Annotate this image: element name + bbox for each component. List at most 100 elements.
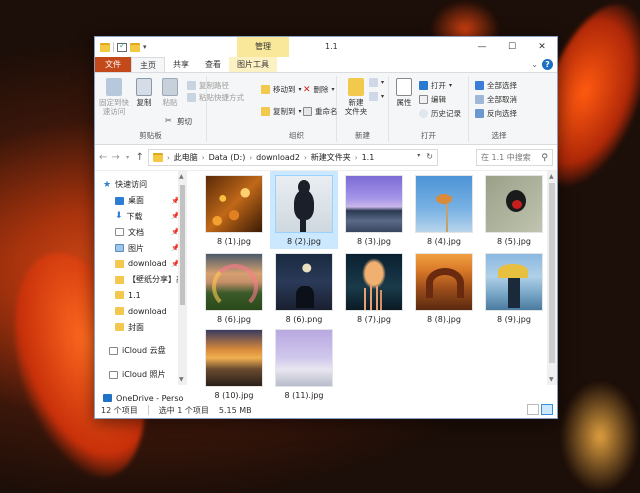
maximize-button[interactable]: ☐	[497, 37, 527, 57]
delete-label: 删除	[313, 85, 329, 94]
history-button[interactable]: 历史记录	[419, 108, 461, 119]
ribbon-right: ⌄ ?	[531, 59, 553, 70]
refresh-icon[interactable]: ↻	[426, 152, 433, 161]
scroll-down-icon[interactable]: ▼	[179, 376, 184, 383]
icloud-drive-icon	[109, 346, 118, 355]
file-tile[interactable]: 8 (10).jpg	[200, 329, 268, 400]
file-tile-selected[interactable]: 8 (2).jpg	[270, 171, 338, 249]
open-button[interactable]: 打开 ▾	[419, 80, 452, 91]
new-item-button[interactable]: ▾	[369, 78, 384, 87]
minimize-button[interactable]: —	[467, 37, 497, 57]
copy-to-button[interactable]: 复制到 ▾	[261, 106, 302, 117]
nav-label: download	[128, 306, 167, 316]
nav-item-downloads[interactable]: ⬇ 下载 📌	[95, 209, 188, 225]
pin-quick-access-button[interactable]: 固定到快 速访问	[97, 78, 131, 116]
delete-button[interactable]: ✕ 删除 ▾	[303, 84, 335, 95]
collapse-ribbon-icon[interactable]: ⌄	[531, 60, 538, 69]
file-tile[interactable]: 8 (7).jpg	[340, 253, 408, 324]
nav-label: 桌面	[128, 196, 144, 206]
content-scrollbar[interactable]: ▲ ▼	[547, 171, 557, 385]
file-tile[interactable]: 8 (4).jpg	[410, 175, 478, 246]
scroll-up-icon[interactable]: ▲	[179, 173, 184, 180]
nav-quick-access[interactable]: ★ 快速访问	[95, 177, 188, 193]
back-arrow-icon[interactable]: ←	[99, 152, 107, 163]
tab-picture-tools[interactable]: 图片工具	[229, 57, 277, 72]
nav-item-icloud-photos[interactable]: iCloud 照片	[95, 367, 188, 383]
tab-share[interactable]: 共享	[165, 57, 197, 72]
paste-shortcut-button[interactable]: 粘贴快捷方式	[187, 92, 244, 103]
help-icon[interactable]: ?	[542, 59, 553, 70]
copy-path-label: 复制路径	[199, 81, 229, 90]
recent-locations-icon[interactable]: ▾	[124, 154, 132, 161]
content-scroll-thumb[interactable]	[549, 183, 555, 363]
select-none-button[interactable]: 全部取消	[475, 94, 517, 105]
scroll-up-icon[interactable]: ▲	[549, 173, 554, 180]
title-bar[interactable]: ▾ 管理 1.1 — ☐ ✕	[95, 37, 557, 57]
nav-scroll-thumb[interactable]	[180, 185, 185, 305]
file-tile[interactable]: 8 (11).jpg	[270, 329, 338, 400]
edit-button[interactable]: 编辑	[419, 94, 446, 105]
nav-item-wallpaper-share[interactable]: 【壁纸分享】高	[95, 272, 188, 288]
nav-item-pictures[interactable]: 图片 📌	[95, 240, 188, 256]
nav-scrollbar[interactable]: ▲ ▼	[178, 171, 187, 385]
file-tile[interactable]: 8 (1).jpg	[200, 175, 268, 246]
properties-button[interactable]: 属性	[393, 78, 415, 107]
group-label-open: 打开	[421, 131, 436, 140]
desktop-icon	[115, 196, 124, 205]
tab-home[interactable]: 主页	[131, 57, 165, 72]
copy-button[interactable]: 复制	[133, 78, 155, 107]
invert-selection-button[interactable]: 反向选择	[475, 108, 517, 119]
image-thumbnail	[275, 175, 333, 233]
file-tile[interactable]: 8 (9).jpg	[480, 253, 548, 324]
nav-item-desktop[interactable]: 桌面 📌	[95, 193, 188, 209]
nav-item-icloud-drive[interactable]: iCloud 云盘	[95, 343, 188, 359]
close-button[interactable]: ✕	[527, 37, 557, 57]
image-thumbnail	[205, 175, 263, 233]
copy-path-button[interactable]: 复制路径	[187, 80, 229, 91]
new-folder-icon[interactable]	[130, 42, 140, 52]
breadcrumb-this-pc[interactable]: 此电脑	[174, 152, 198, 163]
new-folder-button[interactable]: 新建 文件夹	[343, 78, 369, 116]
copy-label: 复制	[136, 98, 152, 107]
move-to-button[interactable]: 移动到 ▾	[261, 84, 302, 95]
address-bar[interactable]: › 此电脑 › Data (D:) › download2 › 新建文件夹 › …	[147, 149, 438, 166]
breadcrumb-new-folder[interactable]: 新建文件夹	[311, 152, 351, 163]
tab-view[interactable]: 查看	[197, 57, 229, 72]
scroll-down-icon[interactable]: ▼	[549, 376, 554, 383]
select-all-label: 全部选择	[487, 81, 517, 90]
nav-item-1-1[interactable]: 1.1	[95, 288, 188, 304]
cut-button[interactable]: ✂ 剪切	[165, 116, 192, 127]
customize-qat-icon[interactable]: ▾	[143, 43, 147, 51]
file-tile[interactable]: 8 (8).jpg	[410, 253, 478, 324]
breadcrumb-drive[interactable]: Data (D:)	[209, 153, 246, 162]
tab-manage[interactable]: 管理	[237, 37, 289, 57]
nav-label: 封面	[128, 322, 144, 332]
nav-item-download-2[interactable]: download	[95, 303, 188, 319]
file-tile[interactable]: 8 (6).png	[270, 253, 338, 324]
file-tile[interactable]: 8 (6).jpg	[200, 253, 268, 324]
tab-file[interactable]: 文件	[95, 57, 131, 72]
file-tile[interactable]: 8 (5).jpg	[480, 175, 548, 246]
delete-icon: ✕	[303, 84, 311, 95]
image-thumbnail	[485, 175, 543, 233]
nav-item-cover[interactable]: 封面	[95, 319, 188, 335]
forward-arrow-icon[interactable]: →	[111, 152, 119, 163]
select-all-button[interactable]: 全部选择	[475, 80, 517, 91]
large-icons-view-icon[interactable]	[541, 404, 553, 415]
address-dropdown-icon[interactable]: ▾	[417, 152, 420, 161]
folder-icon	[100, 42, 110, 52]
nav-item-documents[interactable]: 文档 📌	[95, 224, 188, 240]
file-tile[interactable]: 8 (3).jpg	[340, 175, 408, 246]
details-view-icon[interactable]	[527, 404, 539, 415]
easy-access-button[interactable]: ▾	[369, 92, 384, 101]
search-input[interactable]: 在 1.1 中搜索 ⚲	[475, 149, 553, 166]
nav-item-download[interactable]: download 📌	[95, 256, 188, 272]
paste-button[interactable]: 粘贴	[159, 78, 181, 107]
breadcrumb-download2[interactable]: download2	[256, 153, 300, 162]
rename-button[interactable]: 重命名	[303, 106, 338, 117]
up-arrow-icon[interactable]: ↑	[136, 152, 144, 163]
properties-icon[interactable]	[117, 41, 127, 52]
file-view: 8 (1).jpg 8 (2).jpg 8 (3).jpg 8 (4).jpg …	[188, 171, 557, 400]
breadcrumb-current[interactable]: 1.1	[362, 153, 375, 162]
group-new: 新建 文件夹 ▾ ▾ 新建	[337, 76, 389, 142]
